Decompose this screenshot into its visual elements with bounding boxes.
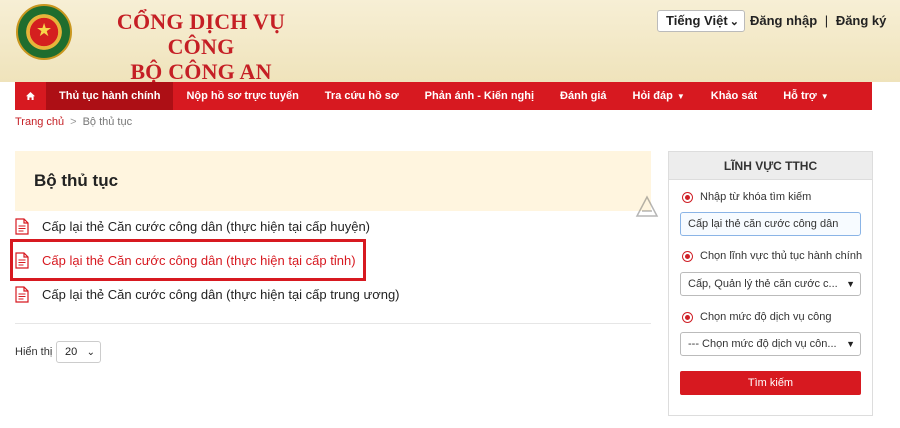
- nav-survey-label: Khảo sát: [710, 90, 758, 102]
- keyword-search-input[interactable]: Cấp lại thẻ căn cước công dân: [680, 212, 861, 236]
- field-value: Cấp, Quản lý thẻ căn cước c...: [688, 278, 838, 290]
- nav-feedback[interactable]: Phản ánh - Kiến nghị: [412, 82, 547, 110]
- home-icon: [26, 92, 35, 100]
- nav-home[interactable]: [15, 82, 46, 110]
- chevron-down-icon: ▼: [846, 279, 855, 289]
- breadcrumb-separator: >: [70, 116, 77, 128]
- keyword-label: Nhập từ khóa tìm kiếm: [700, 191, 812, 203]
- chevron-down-icon: ⌄: [729, 16, 739, 28]
- nav-evaluation[interactable]: Đánh giá: [547, 82, 619, 110]
- caret-down-icon: ▼: [676, 91, 685, 101]
- keyword-value: Cấp lại thẻ căn cước công dân: [688, 218, 839, 230]
- page-size-value: 20: [65, 346, 78, 358]
- nav-evaluation-label: Đánh giá: [560, 90, 607, 102]
- chevron-down-icon: ▼: [846, 339, 855, 349]
- nav-support-label: Hỗ trợ: [783, 90, 817, 102]
- triangle-watermark-icon: [635, 195, 659, 217]
- content-divider: [15, 323, 651, 324]
- nav-administrative-procedures-label: Thủ tục hành chính: [59, 90, 161, 102]
- nav-online-submission[interactable]: Nộp hồ sơ trực tuyến: [173, 82, 311, 110]
- auth-separator: |: [824, 13, 829, 28]
- login-link[interactable]: Đăng nhập: [750, 13, 817, 28]
- language-select[interactable]: Tiếng Việt ⌄: [657, 10, 745, 32]
- nav-administrative-procedures[interactable]: Thủ tục hành chính: [46, 82, 174, 110]
- procedure-item[interactable]: Cấp lại thẻ Căn cước công dân (thực hiện…: [15, 215, 405, 237]
- main-navigation: Thủ tục hành chính Nộp hồ sơ trực tuyến …: [15, 82, 872, 110]
- site-title-line-2: BỘ CÔNG AN: [130, 59, 272, 84]
- breadcrumb-current: Bộ thủ tục: [82, 116, 133, 128]
- auth-links: Đăng nhập | Đăng ký: [750, 13, 886, 28]
- search-button[interactable]: Tìm kiếm: [680, 371, 861, 395]
- site-title: CỔNG DỊCH VỤ CÔNG BỘ CÔNG AN: [96, 9, 306, 84]
- nav-record-lookup-label: Tra cứu hồ sơ: [324, 90, 399, 102]
- procedure-label: Cấp lại thẻ Căn cước công dân (thực hiện…: [42, 252, 356, 268]
- site-header: ★ CỔNG DỊCH VỤ CÔNG BỘ CÔNG AN Tiếng Việ…: [0, 0, 900, 84]
- nav-support[interactable]: Hỗ trợ ▼: [770, 82, 841, 110]
- service-level-value: --- Chọn mức độ dịch vụ côn...: [688, 338, 837, 350]
- document-icon: [15, 251, 29, 269]
- breadcrumb: Trang chủ > Bộ thủ tục: [15, 116, 132, 128]
- radio-selected-icon: [682, 191, 693, 203]
- service-level-radio[interactable]: Chọn mức độ dịch vụ công: [682, 311, 832, 323]
- nav-online-submission-label: Nộp hồ sơ trực tuyến: [186, 90, 299, 102]
- register-link[interactable]: Đăng ký: [836, 13, 887, 28]
- keyword-radio[interactable]: Nhập từ khóa tìm kiếm: [682, 191, 811, 203]
- sidebar-title: LĨNH VỰC TTHC: [669, 152, 872, 180]
- procedure-label: Cấp lại thẻ Căn cước công dân (thực hiện…: [42, 218, 371, 234]
- page-size-label: Hiển thị: [15, 346, 53, 358]
- caret-down-icon: ▼: [820, 91, 829, 101]
- service-level-select[interactable]: --- Chọn mức độ dịch vụ côn... ▼: [680, 332, 861, 356]
- site-title-line-1: CỔNG DỊCH VỤ CÔNG: [116, 9, 286, 59]
- document-icon: [15, 217, 29, 235]
- nav-faq-label: Hỏi đáp: [632, 90, 673, 102]
- nav-record-lookup[interactable]: Tra cứu hồ sơ: [312, 82, 412, 110]
- police-emblem-logo: ★: [16, 4, 72, 60]
- page-title-panel: Bộ thủ tục: [15, 151, 651, 211]
- nav-faq[interactable]: Hỏi đáp ▼: [620, 82, 698, 110]
- procedure-field-select[interactable]: Cấp, Quản lý thẻ căn cước c... ▼: [680, 272, 861, 296]
- field-label: Chọn lĩnh vực thủ tục hành chính: [700, 250, 863, 262]
- nav-feedback-label: Phản ánh - Kiến nghị: [424, 90, 535, 102]
- service-level-label: Chọn mức độ dịch vụ công: [700, 311, 832, 323]
- procedure-label: Cấp lại thẻ Căn cước công dân (thực hiện…: [42, 286, 400, 302]
- chevron-down-icon: ⌄: [86, 347, 95, 358]
- document-icon: [15, 285, 29, 303]
- procedure-item-selected[interactable]: Cấp lại thẻ Căn cước công dân (thực hiện…: [15, 249, 405, 271]
- radio-selected-icon: [682, 311, 693, 323]
- procedure-item[interactable]: Cấp lại thẻ Căn cước công dân (thực hiện…: [15, 283, 405, 305]
- procedure-filter-sidebar: LĨNH VỰC TTHC Nhập từ khóa tìm kiếm Cấp …: [668, 151, 873, 416]
- field-radio[interactable]: Chọn lĩnh vực thủ tục hành chính: [682, 250, 862, 262]
- language-value: Tiếng Việt: [666, 13, 728, 28]
- breadcrumb-home[interactable]: Trang chủ: [15, 116, 64, 128]
- radio-selected-icon: [682, 250, 693, 262]
- page-size-select[interactable]: 20 ⌄: [56, 341, 101, 363]
- nav-survey[interactable]: Khảo sát: [698, 82, 770, 110]
- page-title: Bộ thủ tục: [34, 171, 119, 190]
